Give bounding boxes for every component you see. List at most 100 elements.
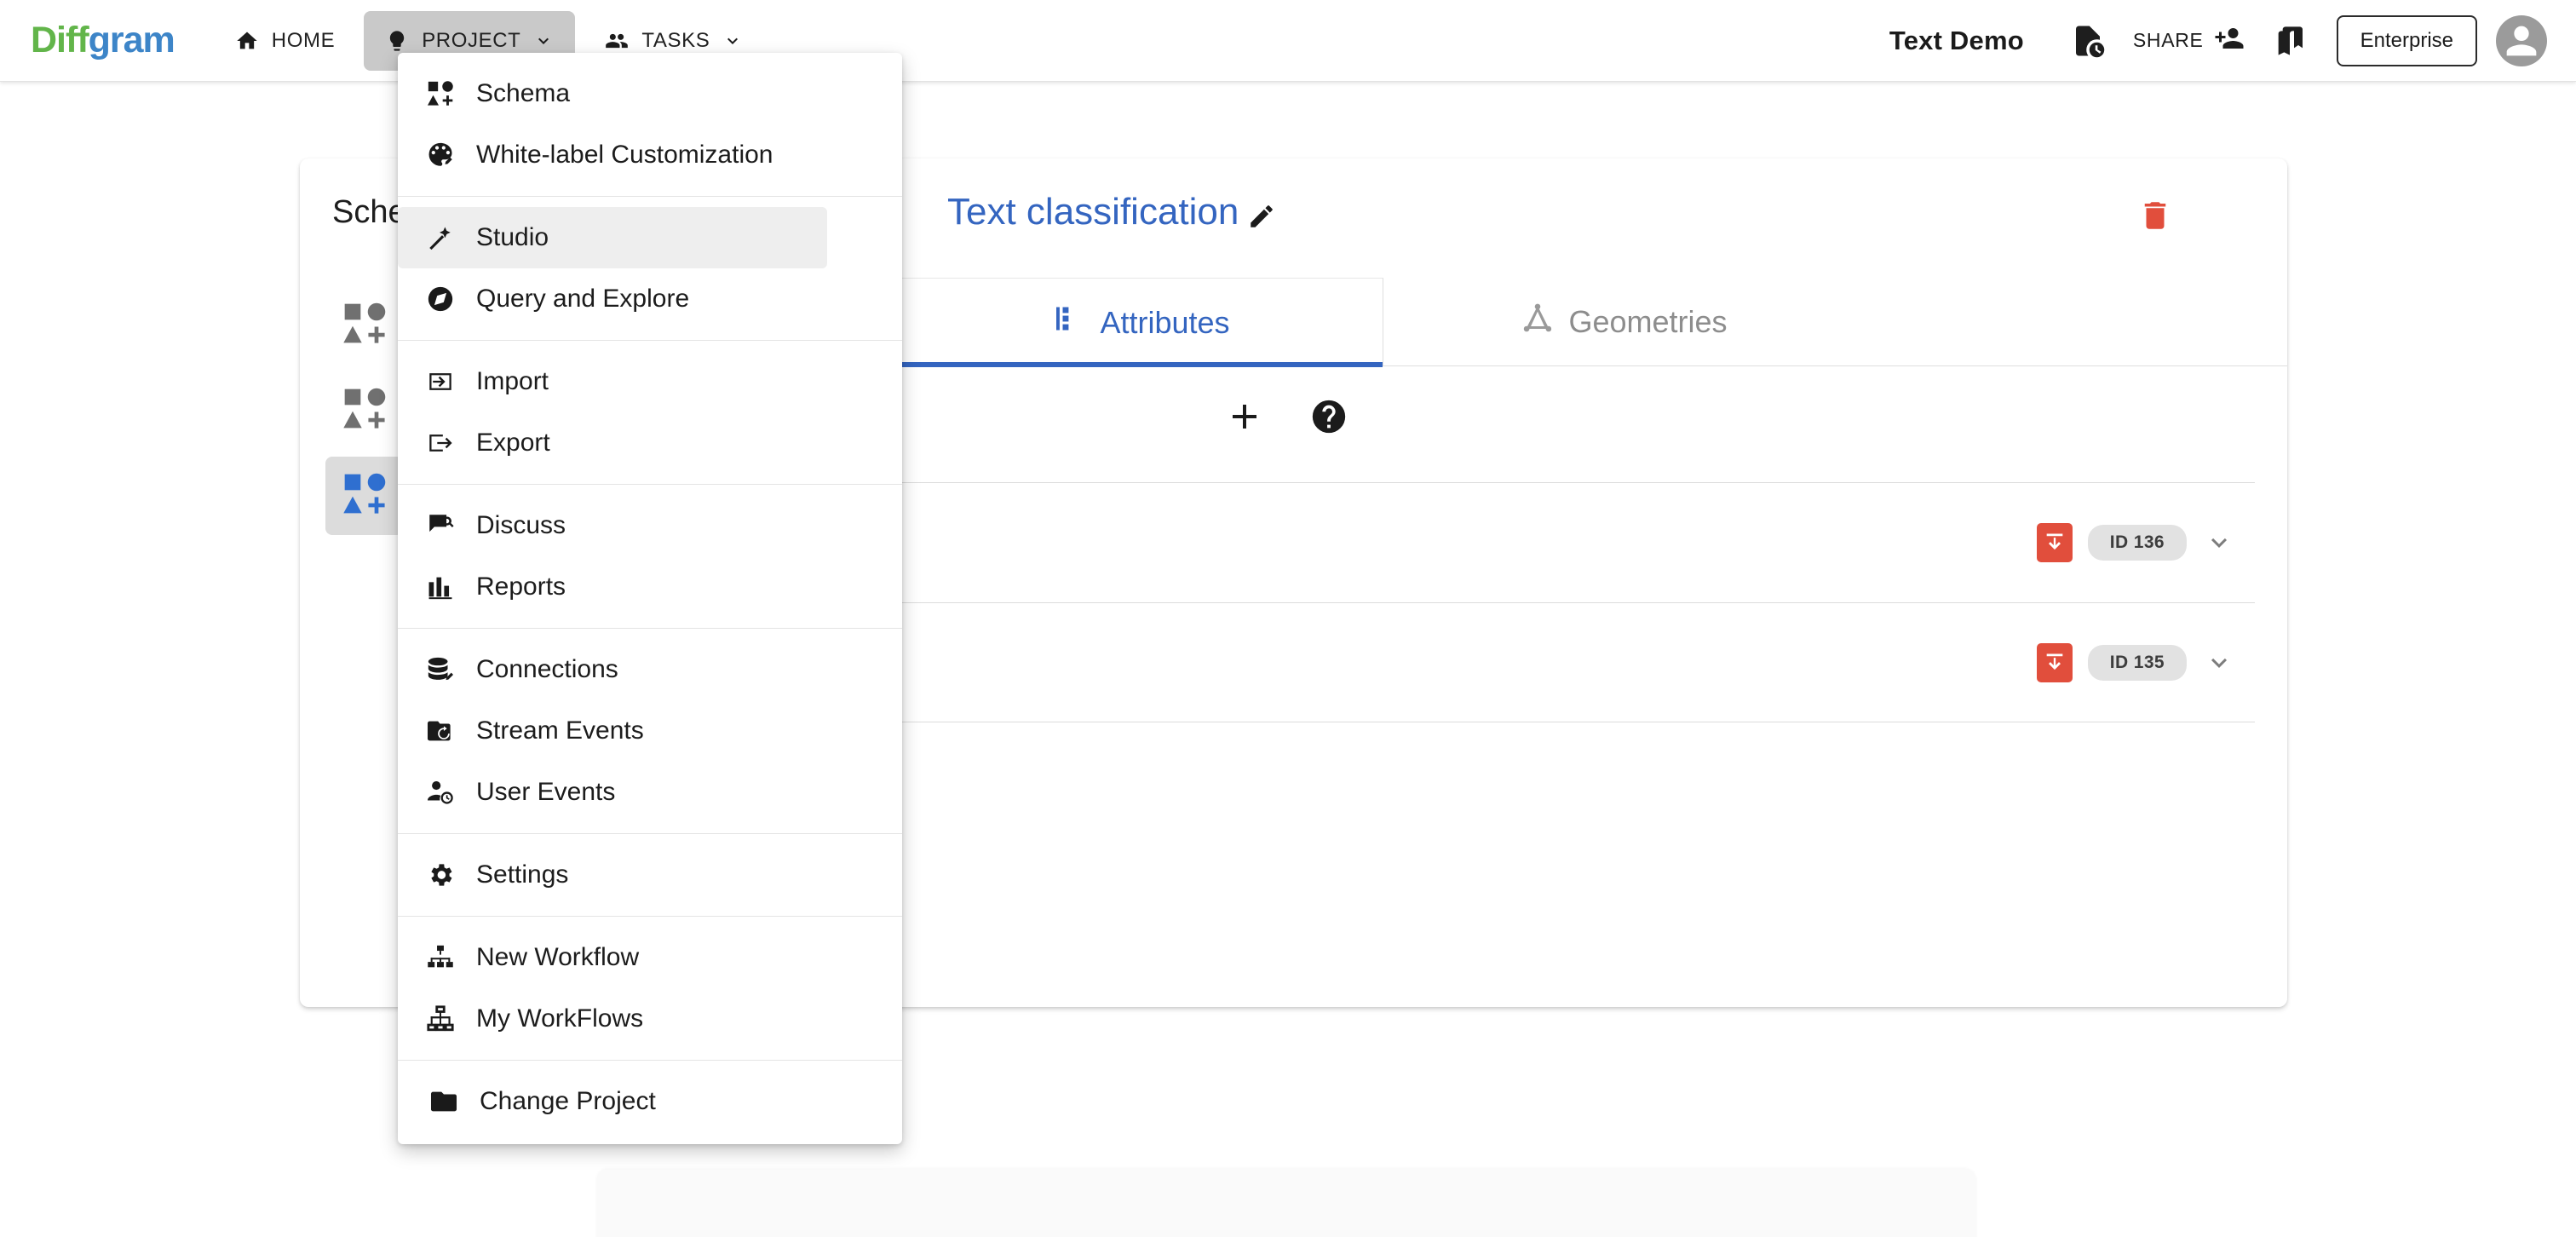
bookmark-icon[interactable]	[2258, 9, 2321, 72]
menu-item-reports-label: Reports	[476, 572, 566, 601]
nav-item-tasks-label: TASKS	[641, 28, 710, 52]
menu-divider	[398, 340, 902, 341]
menu-item-import-label: Import	[476, 367, 549, 395]
menu-item-user-events-label: User Events	[476, 778, 616, 806]
workflow-nodes-icon	[417, 1004, 464, 1033]
menu-divider	[398, 196, 902, 197]
plus-icon	[1233, 405, 1256, 429]
chevron-down-icon[interactable]	[2202, 646, 2236, 680]
rail-item-2[interactable]	[325, 371, 404, 450]
attributes-icon	[1054, 303, 1084, 342]
menu-item-export[interactable]: Export	[398, 412, 902, 474]
import-arrow-icon	[417, 367, 464, 396]
schema-shapes-icon	[341, 470, 388, 522]
menu-item-schema-label: Schema	[476, 79, 571, 107]
appbar-right-area: Text Demo SHARE Enterprise	[1889, 9, 2547, 72]
menu-item-user-events[interactable]: User Events	[398, 762, 902, 823]
schema-type-rail	[315, 286, 405, 542]
menu-item-white-label-customization-label: White-label Customization	[476, 141, 773, 169]
menu-item-connections-label: Connections	[476, 655, 618, 683]
status-badge: ID 135	[2087, 644, 2187, 681]
row-actions: ID 135	[2036, 642, 2236, 682]
menu-item-schema[interactable]: Schema	[398, 63, 902, 124]
menu-item-settings[interactable]: Settings	[398, 844, 902, 906]
menu-divider	[398, 833, 902, 834]
menu-item-query-and-explore[interactable]: Query and Explore	[398, 268, 902, 330]
file-clock-icon[interactable]	[2056, 9, 2119, 72]
nav-item-project-label: PROJECT	[422, 28, 521, 52]
menu-item-new-workflow-label: New Workflow	[476, 943, 640, 971]
database-edit-icon	[417, 655, 464, 684]
menu-item-discuss-label: Discuss	[476, 511, 566, 539]
share-button[interactable]: SHARE	[2119, 23, 2258, 58]
schema-name-text: Text classification	[947, 191, 1239, 233]
status-badge: ID 136	[2087, 525, 2187, 561]
pencil-icon[interactable]	[1247, 198, 1276, 227]
menu-item-query-and-explore-label: Query and Explore	[476, 285, 690, 313]
bottom-panel	[596, 1169, 1976, 1237]
account-circle-icon[interactable]	[2496, 14, 2547, 66]
logo-part-diff: Diff	[31, 20, 89, 60]
share-label: SHARE	[2132, 29, 2204, 51]
people-icon	[604, 28, 630, 54]
bar-chart-icon	[417, 572, 464, 601]
menu-item-import[interactable]: Import	[398, 351, 902, 412]
row-actions: ID 136	[2036, 523, 2236, 562]
menu-item-stream-events[interactable]: Stream Events	[398, 700, 902, 762]
plan-button[interactable]: Enterprise	[2336, 14, 2477, 66]
menu-item-reports[interactable]: Reports	[398, 556, 902, 618]
help-circle-icon	[1312, 400, 1346, 434]
tab-geometries-text: Geometries	[1568, 304, 1728, 339]
menu-item-discuss[interactable]: Discuss	[398, 495, 902, 556]
help-button[interactable]	[1305, 393, 1353, 440]
menu-divider	[398, 1060, 902, 1061]
wand-icon	[417, 223, 464, 252]
folder-icon	[420, 1087, 468, 1116]
menu-item-white-label-customization[interactable]: White-label Customization	[398, 124, 902, 186]
menu-item-connections[interactable]: Connections	[398, 639, 902, 700]
add-attribute-button[interactable]	[1218, 390, 1271, 443]
tab-geometries[interactable]: Geometries	[1383, 278, 1866, 366]
gear-icon	[417, 860, 464, 889]
schema-shapes-icon	[341, 385, 388, 437]
geometry-icon	[1522, 303, 1553, 342]
schema-name-link[interactable]: Text classification	[947, 191, 1276, 233]
lightbulb-icon	[384, 28, 410, 54]
menu-item-my-workflows[interactable]: My WorkFlows	[398, 988, 902, 1050]
delete-schema-button[interactable]	[2137, 198, 2173, 238]
menu-item-settings-label: Settings	[476, 860, 569, 889]
workflow-tree-icon	[417, 943, 464, 972]
down-arrow-red-icon[interactable]	[2036, 523, 2073, 562]
menu-divider	[398, 628, 902, 629]
project-dropdown-menu: Schema White-label Customization Studio …	[398, 53, 902, 1144]
home-icon	[234, 28, 260, 54]
top-app-bar: Diffgram HOME PROJECT TASKS Text Demo SH…	[0, 0, 2576, 82]
app-root: Diffgram HOME PROJECT TASKS Text Demo SH…	[0, 0, 2576, 1237]
menu-item-my-workflows-label: My WorkFlows	[476, 1004, 644, 1033]
add-person-icon	[2214, 23, 2245, 58]
palette-edit-icon	[417, 141, 464, 170]
nav-item-home[interactable]: HOME	[214, 11, 355, 71]
person-clock-icon	[417, 778, 464, 807]
menu-item-change-project-label: Change Project	[480, 1087, 656, 1115]
current-project-title: Text Demo	[1889, 25, 2024, 55]
menu-item-stream-events-label: Stream Events	[476, 716, 644, 745]
diffgram-logo[interactable]: Diffgram	[31, 22, 175, 59]
comment-search-icon	[417, 511, 464, 540]
schema-shapes-icon	[341, 300, 388, 352]
menu-item-studio-label: Studio	[476, 223, 549, 251]
chevron-down-icon	[532, 30, 555, 52]
chevron-down-icon[interactable]	[2202, 526, 2236, 560]
tab-attributes-text: Attributes	[1100, 304, 1230, 340]
folder-sync-icon	[417, 716, 464, 745]
schema-shapes-icon	[417, 79, 464, 108]
tab-attributes[interactable]: Attributes	[900, 278, 1383, 367]
menu-item-studio[interactable]: Studio	[398, 207, 827, 268]
rail-item-3-selected[interactable]	[325, 457, 404, 535]
menu-item-new-workflow[interactable]: New Workflow	[398, 927, 902, 988]
compass-icon	[417, 285, 464, 314]
menu-item-change-project[interactable]: Change Project	[398, 1071, 902, 1132]
export-arrow-icon	[417, 429, 464, 457]
down-arrow-red-icon[interactable]	[2036, 642, 2073, 682]
rail-item-1[interactable]	[325, 286, 404, 365]
